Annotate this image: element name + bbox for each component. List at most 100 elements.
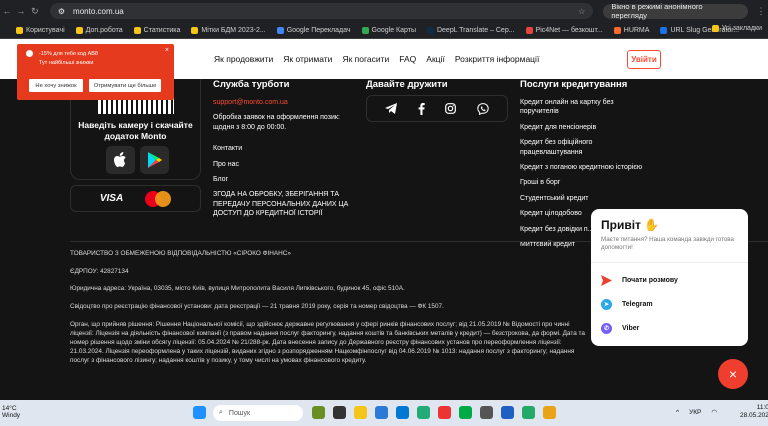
bookmark-icon xyxy=(660,26,668,34)
app-store-button[interactable] xyxy=(106,146,135,174)
site-info-icon[interactable]: ⚙ xyxy=(58,7,65,16)
edge-icon[interactable] xyxy=(375,406,388,419)
bookmark-8[interactable]: HURMA xyxy=(613,26,649,34)
support-heading: Служба турботи xyxy=(213,79,290,90)
menu-item-promos[interactable]: Акції xyxy=(426,54,445,64)
service-link[interactable]: Кредит з поганою кредитною історією xyxy=(520,163,670,172)
wifi-icon[interactable]: ◠ xyxy=(711,408,717,416)
menu-item-get[interactable]: Як отримати xyxy=(283,54,332,64)
bookmark-icon xyxy=(133,26,141,34)
notification-close-icon[interactable]: × xyxy=(165,47,169,54)
link-about[interactable]: Про нас xyxy=(213,160,358,169)
link-consent[interactable]: ЗГОДА НА ОБРОБКУ, ЗБЕРІГАННЯ ТА ПЕРЕДАЧУ… xyxy=(213,190,353,218)
friends-heading: Давайте дружити xyxy=(366,79,448,90)
support-column: Служба турботи support@monto.com.ua Обро… xyxy=(213,79,358,219)
start-icon[interactable] xyxy=(193,406,206,419)
bookmark-icon xyxy=(613,26,621,34)
word-icon[interactable] xyxy=(501,406,514,419)
accept-button[interactable]: Отримувати ще більше xyxy=(89,79,161,92)
opera-icon[interactable] xyxy=(438,406,451,419)
excel-icon[interactable] xyxy=(459,406,472,419)
mastercard-icon xyxy=(145,190,172,207)
decline-button[interactable]: Не хочу знижок xyxy=(29,79,83,92)
notification-text: -15% для тебе код AB8 xyxy=(39,51,98,57)
service-link[interactable]: Кредит для пенсіонерів xyxy=(520,123,635,132)
support-email[interactable]: support@monto.com.ua xyxy=(213,98,358,107)
chat-start-conversation[interactable]: Почати розмову xyxy=(601,275,678,286)
bookmark-5[interactable]: Google Карты xyxy=(361,26,416,34)
google-play-button[interactable] xyxy=(140,146,169,174)
chat-separator xyxy=(591,262,748,263)
bookmark-0[interactable]: Користувачі xyxy=(16,26,65,34)
url-text: monto.com.ua xyxy=(73,6,124,16)
app-icon[interactable] xyxy=(417,406,430,419)
weather-temp: 14°C xyxy=(2,405,17,412)
visa-logo: VISA xyxy=(99,193,124,204)
system-tray: ^ УКР ◠ xyxy=(676,408,717,417)
chrome-icon[interactable] xyxy=(543,406,556,419)
chat-viber[interactable]: ✆ Viber xyxy=(601,323,639,334)
file-explorer-icon[interactable] xyxy=(354,406,367,419)
chat-subtitle: Маєте питання? Наша команда завжди готов… xyxy=(601,236,734,252)
bookmark-7[interactable]: Pic4Net — безкошт... xyxy=(525,26,603,34)
chat-close-button[interactable]: × xyxy=(718,359,748,389)
instagram-icon[interactable] xyxy=(445,103,457,114)
bookmark-icon xyxy=(525,26,533,34)
address-bar[interactable]: ⚙ monto.com.ua ☆ xyxy=(49,3,594,19)
bookmarks-bar: Користувачі Доп.робота Статистика Мітки … xyxy=(0,22,768,39)
link-contacts[interactable]: Контакти xyxy=(213,144,358,153)
incognito-indicator[interactable]: Вікно в режимі анонімного перегляду xyxy=(603,2,749,20)
bookmark-6[interactable]: DeepL Translate – Cер... xyxy=(426,26,515,34)
telegram-icon[interactable] xyxy=(385,103,398,114)
menu-item-repay[interactable]: Як погасити xyxy=(342,54,389,64)
facebook-icon[interactable] xyxy=(418,102,425,115)
bookmark-star-icon[interactable]: ☆ xyxy=(578,7,585,16)
bookmark-4[interactable]: Google Перекладач xyxy=(276,26,351,34)
scan-text: Наведіть камеру і скачайте додаток Monto xyxy=(78,120,193,142)
search-icon: ⌕ xyxy=(219,409,223,416)
pinned-apps xyxy=(312,406,556,419)
taskbar-search[interactable]: ⌕ Пошук xyxy=(213,405,303,421)
bookmark-1[interactable]: Доп.робота xyxy=(75,26,123,34)
weather-widget[interactable]: 14°C Windy xyxy=(2,405,20,420)
store-icon[interactable] xyxy=(396,406,409,419)
service-link[interactable]: Гроші в борг xyxy=(520,178,635,187)
bookmark-2[interactable]: Статистика xyxy=(133,26,180,34)
wave-icon: ✋ xyxy=(644,218,660,232)
services-heading: Послуги кредитування xyxy=(520,79,628,90)
login-button[interactable]: Увійти xyxy=(627,50,661,69)
link-blog[interactable]: Блог xyxy=(213,175,358,184)
forward-icon[interactable]: → xyxy=(14,6,28,16)
viber-icon[interactable] xyxy=(477,102,489,115)
service-link[interactable]: Кредит онлайн на картку без поручителів xyxy=(520,98,635,117)
app-icon[interactable] xyxy=(480,406,493,419)
bookmark-3[interactable]: Мітки БДМ 2023-2... xyxy=(191,26,266,34)
menu-item-continue[interactable]: Як продовжити xyxy=(214,54,273,64)
widget-icon[interactable] xyxy=(312,406,325,419)
reload-icon[interactable]: ↻ xyxy=(28,6,42,17)
language-indicator[interactable]: УКР xyxy=(689,409,701,416)
browser-toolbar: ← → ↻ ⚙ monto.com.ua ☆ Вікно в режимі ан… xyxy=(0,0,768,22)
menu-item-faq[interactable]: FAQ xyxy=(399,54,416,64)
chat-telegram[interactable]: ➤ Telegram xyxy=(601,299,653,310)
bookmark-icon xyxy=(16,26,23,34)
apple-icon xyxy=(113,152,126,167)
menu-item-disclosure[interactable]: Розкриття інформації xyxy=(455,54,540,64)
telegram-icon: ➤ xyxy=(601,299,612,310)
menu-icon[interactable]: ⋮ xyxy=(754,6,768,17)
bookmark-icon xyxy=(191,26,199,34)
service-link[interactable]: Студентський кредит xyxy=(520,194,635,203)
tray-chevron-icon[interactable]: ^ xyxy=(676,409,679,416)
support-hours: Обробка заявок на оформлення позик: щодн… xyxy=(213,114,340,131)
bookmark-icon xyxy=(426,26,434,34)
service-link[interactable]: Кредит без офіційного працевлаштування xyxy=(520,138,635,157)
license-info: Орган, що прийняв рішення: Рішення Націо… xyxy=(70,321,585,364)
viber-icon: ✆ xyxy=(601,323,612,334)
clock[interactable]: 11:02 28.05.2026 xyxy=(740,404,768,421)
all-bookmarks[interactable]: Усі закладки xyxy=(711,25,762,32)
back-icon[interactable]: ← xyxy=(0,6,14,16)
task-view-icon[interactable] xyxy=(333,406,346,419)
app-icon[interactable] xyxy=(522,406,535,419)
folder-icon xyxy=(711,25,719,32)
payment-methods: VISA xyxy=(70,185,201,212)
